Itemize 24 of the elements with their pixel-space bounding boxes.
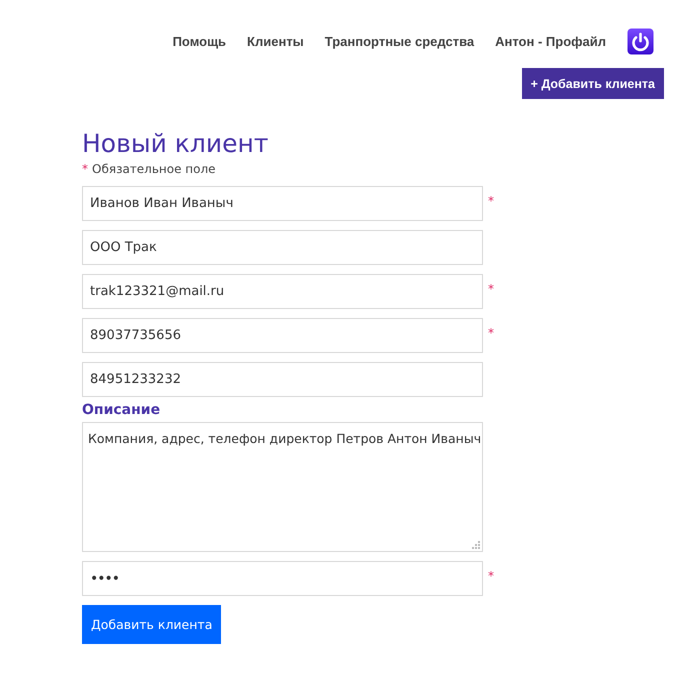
field-label: Описание [82,402,162,418]
resize-grip-icon [472,541,480,549]
input-field[interactable]: 84951233232 [82,362,483,397]
field-text: Компания, адрес, телефон директор Петров Антон Иваныч [88,431,482,446]
description-field[interactable]: Компания, адрес, телефон директор Петров Антон Иваныч [82,422,483,552]
power-icon[interactable] [627,28,654,55]
required-mark: * [488,282,494,296]
nav-link[interactable]: Транпортные средства [324,34,474,49]
required-mark: * [488,569,494,583]
input-field[interactable]: ООО Трак [82,230,483,265]
required-note: Обязательное поле [92,162,216,176]
add-client-button[interactable]: + Добавить клиента [522,68,664,99]
nav-link[interactable]: Антон - Профайл [495,34,606,49]
input-field[interactable]: trak123321@mail.ru [82,274,483,309]
input-field[interactable]: Иванов Иван Иваныч [82,186,483,221]
required-mark: * [82,162,88,176]
nav-link[interactable]: Клиенты [247,34,304,49]
required-mark: * [488,194,494,208]
page-title: Новый клиент [82,129,270,159]
nav-link[interactable]: Помощь [172,34,226,49]
submit-button[interactable]: Добавить клиента [82,605,222,644]
input-field[interactable]: 89037735656 [82,318,483,353]
required-mark: * [488,326,494,340]
password-field[interactable]: •••• [82,561,483,596]
